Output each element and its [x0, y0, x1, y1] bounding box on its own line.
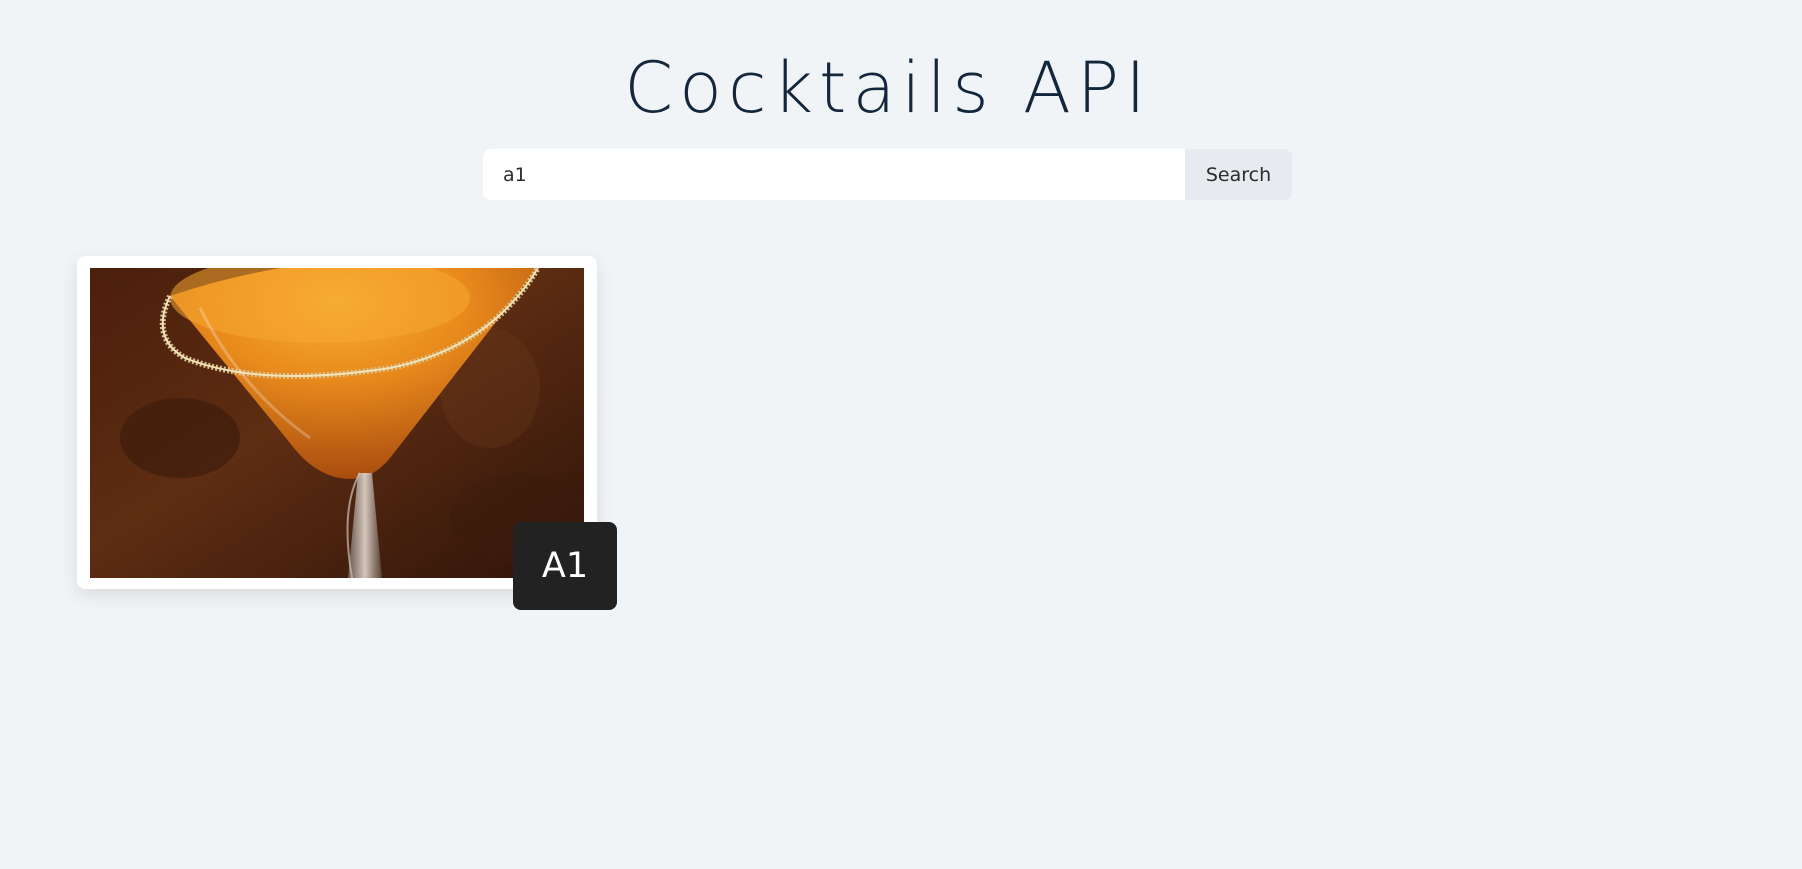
search-input[interactable] — [483, 149, 1185, 200]
page-title: Cocktails API — [624, 47, 1152, 129]
search-bar: Search — [483, 149, 1292, 200]
cocktail-name-badge: A1 — [513, 522, 617, 610]
cocktail-image — [90, 268, 584, 578]
search-button[interactable]: Search — [1185, 149, 1292, 200]
